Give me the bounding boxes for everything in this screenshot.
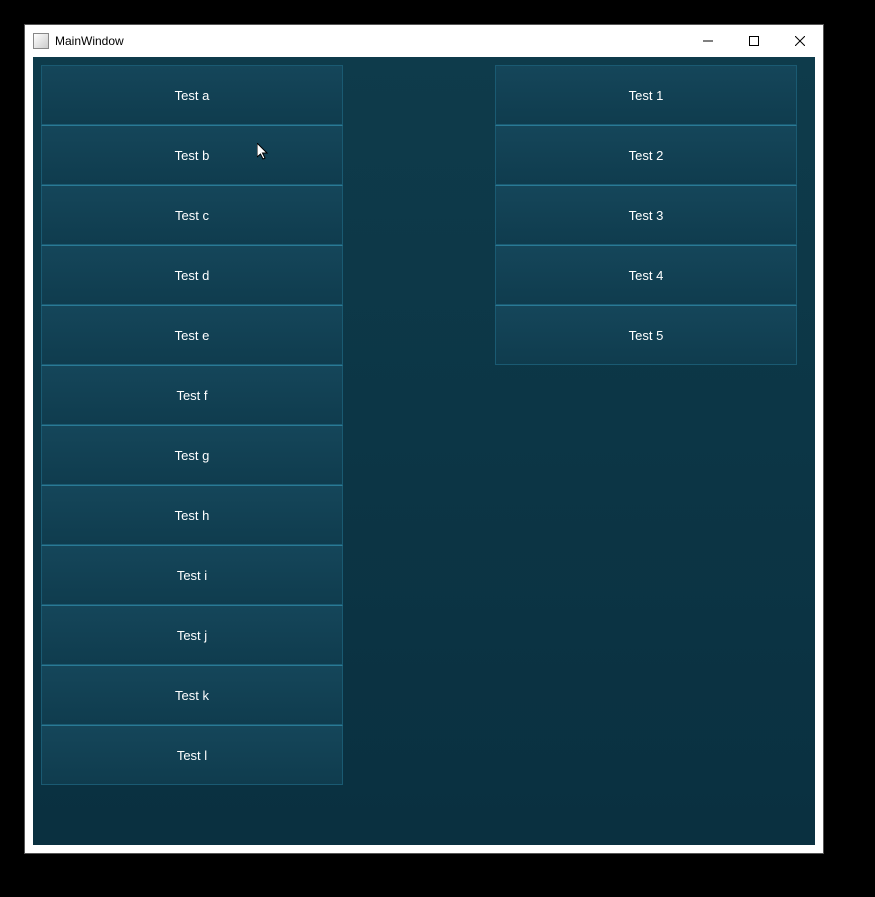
left-list: Test a Test b Test c Test d Test e Test … bbox=[41, 65, 343, 837]
list-item[interactable]: Test g bbox=[41, 425, 343, 485]
close-icon bbox=[795, 36, 805, 46]
list-item-label: Test g bbox=[175, 448, 210, 463]
list-item[interactable]: Test e bbox=[41, 305, 343, 365]
window-frame: MainWindow Test a bbox=[24, 24, 824, 854]
maximize-icon bbox=[749, 36, 759, 46]
list-item-label: Test a bbox=[175, 88, 210, 103]
window-title: MainWindow bbox=[55, 34, 124, 48]
list-item-label: Test f bbox=[176, 388, 207, 403]
list-item[interactable]: Test k bbox=[41, 665, 343, 725]
list-item-label: Test j bbox=[177, 628, 207, 643]
list-item[interactable]: Test i bbox=[41, 545, 343, 605]
list-item-label: Test l bbox=[177, 748, 207, 763]
list-item[interactable]: Test 2 bbox=[495, 125, 797, 185]
list-item[interactable]: Test j bbox=[41, 605, 343, 665]
minimize-button[interactable] bbox=[685, 25, 731, 57]
client-area: Test a Test b Test c Test d Test e Test … bbox=[33, 57, 815, 845]
maximize-button[interactable] bbox=[731, 25, 777, 57]
list-item[interactable]: Test 1 bbox=[495, 65, 797, 125]
list-item[interactable]: Test l bbox=[41, 725, 343, 785]
list-item-label: Test c bbox=[175, 208, 209, 223]
list-item[interactable]: Test 3 bbox=[495, 185, 797, 245]
list-item[interactable]: Test d bbox=[41, 245, 343, 305]
right-list: Test 1 Test 2 Test 3 Test 4 Test 5 bbox=[495, 65, 797, 837]
list-item-label: Test 4 bbox=[629, 268, 664, 283]
list-item[interactable]: Test f bbox=[41, 365, 343, 425]
column-spacer bbox=[343, 65, 495, 837]
app-icon bbox=[33, 33, 49, 49]
list-item[interactable]: Test c bbox=[41, 185, 343, 245]
list-item-label: Test e bbox=[175, 328, 210, 343]
list-item-label: Test 3 bbox=[629, 208, 664, 223]
titlebar-controls bbox=[685, 25, 823, 57]
list-item[interactable]: Test b bbox=[41, 125, 343, 185]
list-item[interactable]: Test 4 bbox=[495, 245, 797, 305]
list-item-label: Test d bbox=[175, 268, 210, 283]
list-item-label: Test h bbox=[175, 508, 210, 523]
list-item-label: Test k bbox=[175, 688, 209, 703]
list-item-label: Test 5 bbox=[629, 328, 664, 343]
minimize-icon bbox=[703, 36, 713, 46]
titlebar[interactable]: MainWindow bbox=[25, 25, 823, 57]
list-item[interactable]: Test a bbox=[41, 65, 343, 125]
list-item-label: Test b bbox=[175, 148, 210, 163]
close-button[interactable] bbox=[777, 25, 823, 57]
list-item[interactable]: Test 5 bbox=[495, 305, 797, 365]
list-item-label: Test i bbox=[177, 568, 207, 583]
list-item-label: Test 1 bbox=[629, 88, 664, 103]
list-item[interactable]: Test h bbox=[41, 485, 343, 545]
list-item-label: Test 2 bbox=[629, 148, 664, 163]
